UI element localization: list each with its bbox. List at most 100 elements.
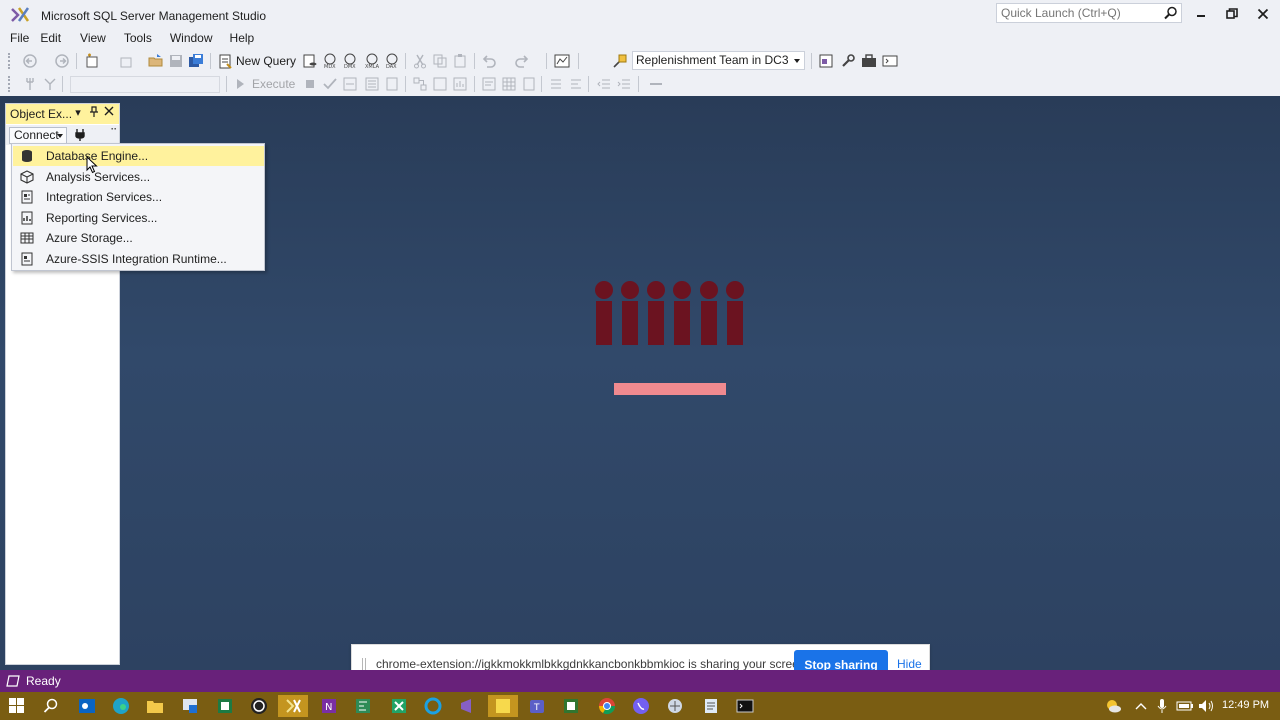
menu-item-integration-services[interactable]: Integration Services...	[13, 187, 264, 207]
obs-taskbar-icon[interactable]	[244, 695, 274, 717]
results-text-icon[interactable]	[481, 76, 497, 92]
connect-plug-icon[interactable]	[74, 128, 86, 142]
close-icon	[1257, 8, 1269, 20]
notepad-taskbar-icon[interactable]	[696, 695, 726, 717]
menu-item-reporting-services[interactable]: Reporting Services...	[13, 208, 264, 228]
edge-taskbar-icon[interactable]	[106, 695, 136, 717]
open-file-icon[interactable]	[148, 53, 164, 69]
clock[interactable]: 12:49 PM	[1222, 699, 1269, 711]
menu-file[interactable]: File	[0, 30, 29, 48]
close-button[interactable]	[1252, 4, 1274, 24]
include-plan-icon[interactable]	[412, 76, 428, 92]
object-explorer-header[interactable]: Object Ex... ▾	[6, 104, 119, 124]
cut-icon[interactable]	[412, 53, 428, 69]
restore-button[interactable]	[1221, 4, 1243, 24]
xmla-query-icon[interactable]: XMLA	[364, 53, 380, 69]
menu-tools[interactable]: Tools	[112, 30, 152, 48]
ie-taskbar-icon[interactable]	[418, 695, 448, 717]
registered-servers-icon[interactable]	[818, 53, 834, 69]
start-button[interactable]	[2, 695, 32, 717]
hide-link[interactable]: Hide	[897, 657, 922, 671]
connect-plug-icon[interactable]	[22, 76, 38, 92]
planner-taskbar-icon[interactable]	[556, 695, 586, 717]
overflow-icon[interactable]: ⠒	[110, 125, 117, 136]
properties-wrench-icon[interactable]	[840, 53, 856, 69]
teams-taskbar-icon[interactable]: T	[522, 695, 552, 717]
window-position-icon[interactable]: ▾	[72, 106, 84, 120]
specify-values-icon[interactable]	[648, 76, 664, 92]
activity-monitor-icon[interactable]	[554, 53, 570, 69]
menu-window[interactable]: Window	[158, 30, 213, 48]
toolbox-icon[interactable]	[861, 53, 877, 69]
minimize-button[interactable]	[1190, 4, 1212, 24]
search-taskbar-button[interactable]	[36, 695, 66, 717]
add-item-icon[interactable]	[118, 53, 134, 69]
new-project-icon[interactable]	[84, 53, 100, 69]
results-file-icon[interactable]	[521, 76, 537, 92]
weather-tray-icon[interactable]	[1098, 695, 1128, 717]
available-databases-combo[interactable]	[70, 76, 220, 93]
outlook-taskbar-icon[interactable]	[72, 695, 102, 717]
change-connection-icon[interactable]	[612, 53, 628, 69]
disconnect-icon[interactable]	[42, 76, 58, 92]
copy-icon[interactable]	[432, 53, 448, 69]
onenote-taskbar-icon[interactable]: N	[314, 695, 344, 717]
output-window-icon[interactable]	[882, 53, 898, 69]
cmd-taskbar-icon[interactable]	[730, 695, 760, 717]
project-taskbar-icon[interactable]	[348, 695, 378, 717]
toolbar-grip[interactable]	[8, 53, 12, 69]
live-stats-icon[interactable]	[432, 76, 448, 92]
increase-indent-icon[interactable]	[616, 76, 632, 92]
paste-icon[interactable]	[452, 53, 468, 69]
chrome-taskbar-icon[interactable]	[592, 695, 622, 717]
intellisense-icon[interactable]	[384, 76, 400, 92]
menu-item-azure-storage[interactable]: Azure Storage...	[13, 228, 264, 248]
comment-icon[interactable]	[548, 76, 564, 92]
database-selector[interactable]: Replenishment Team in DC3	[632, 51, 805, 70]
quick-launch-input[interactable]	[997, 4, 1157, 22]
estimated-plan-icon[interactable]	[342, 76, 358, 92]
dmx-query-icon[interactable]: DMX	[342, 53, 358, 69]
forward-icon[interactable]	[54, 53, 70, 69]
ssms-logo-icon	[11, 7, 30, 22]
network-taskbar-icon[interactable]	[660, 695, 690, 717]
sticky-notes-taskbar-icon[interactable]	[488, 695, 518, 717]
ssms-taskbar-icon[interactable]	[278, 695, 308, 717]
save-icon[interactable]	[168, 53, 184, 69]
mdx-query-icon[interactable]: MDX	[322, 53, 338, 69]
execute-button[interactable]: Execute	[234, 76, 295, 92]
volume-tray-icon[interactable]	[1192, 695, 1222, 717]
dax-query-icon[interactable]: DAX	[384, 53, 400, 69]
results-grid-icon[interactable]	[501, 76, 517, 92]
menu-item-azure-ssis[interactable]: Azure-SSIS Integration Runtime...	[13, 249, 264, 269]
decrease-indent-icon[interactable]	[596, 76, 612, 92]
stop-icon[interactable]	[302, 76, 318, 92]
menu-item-analysis-services[interactable]: Analysis Services...	[13, 167, 264, 187]
redo-icon[interactable]	[514, 53, 530, 69]
query-options-icon[interactable]	[364, 76, 380, 92]
status-bar: Ready	[0, 670, 1280, 692]
toolbar-grip[interactable]	[8, 76, 12, 92]
pin-icon[interactable]	[88, 106, 100, 120]
menu-edit[interactable]: Edit	[35, 30, 61, 48]
database-query-icon[interactable]	[302, 53, 318, 69]
visual-studio-taskbar-icon[interactable]	[452, 695, 482, 717]
menu-help[interactable]: Help	[219, 30, 255, 48]
new-query-button[interactable]: New Query	[218, 53, 296, 69]
excel-taskbar-icon[interactable]	[210, 695, 240, 717]
app-taskbar-icon[interactable]	[175, 695, 205, 717]
connect-dropdown-button[interactable]: Connect	[9, 127, 67, 144]
quick-launch-box[interactable]	[996, 3, 1182, 23]
menu-view[interactable]: View	[67, 30, 106, 48]
viber-taskbar-icon[interactable]	[626, 695, 656, 717]
back-icon[interactable]	[22, 53, 38, 69]
client-stats-icon[interactable]	[452, 76, 468, 92]
undo-icon[interactable]	[481, 53, 497, 69]
save-all-icon[interactable]	[188, 53, 204, 69]
file-explorer-taskbar-icon[interactable]	[140, 695, 170, 717]
excel2-taskbar-icon[interactable]	[384, 695, 414, 717]
menu-item-database-engine[interactable]: Database Engine...	[13, 146, 264, 166]
parse-checkmark-icon[interactable]	[322, 76, 338, 92]
close-panel-icon[interactable]	[103, 106, 115, 120]
uncomment-icon[interactable]	[568, 76, 584, 92]
